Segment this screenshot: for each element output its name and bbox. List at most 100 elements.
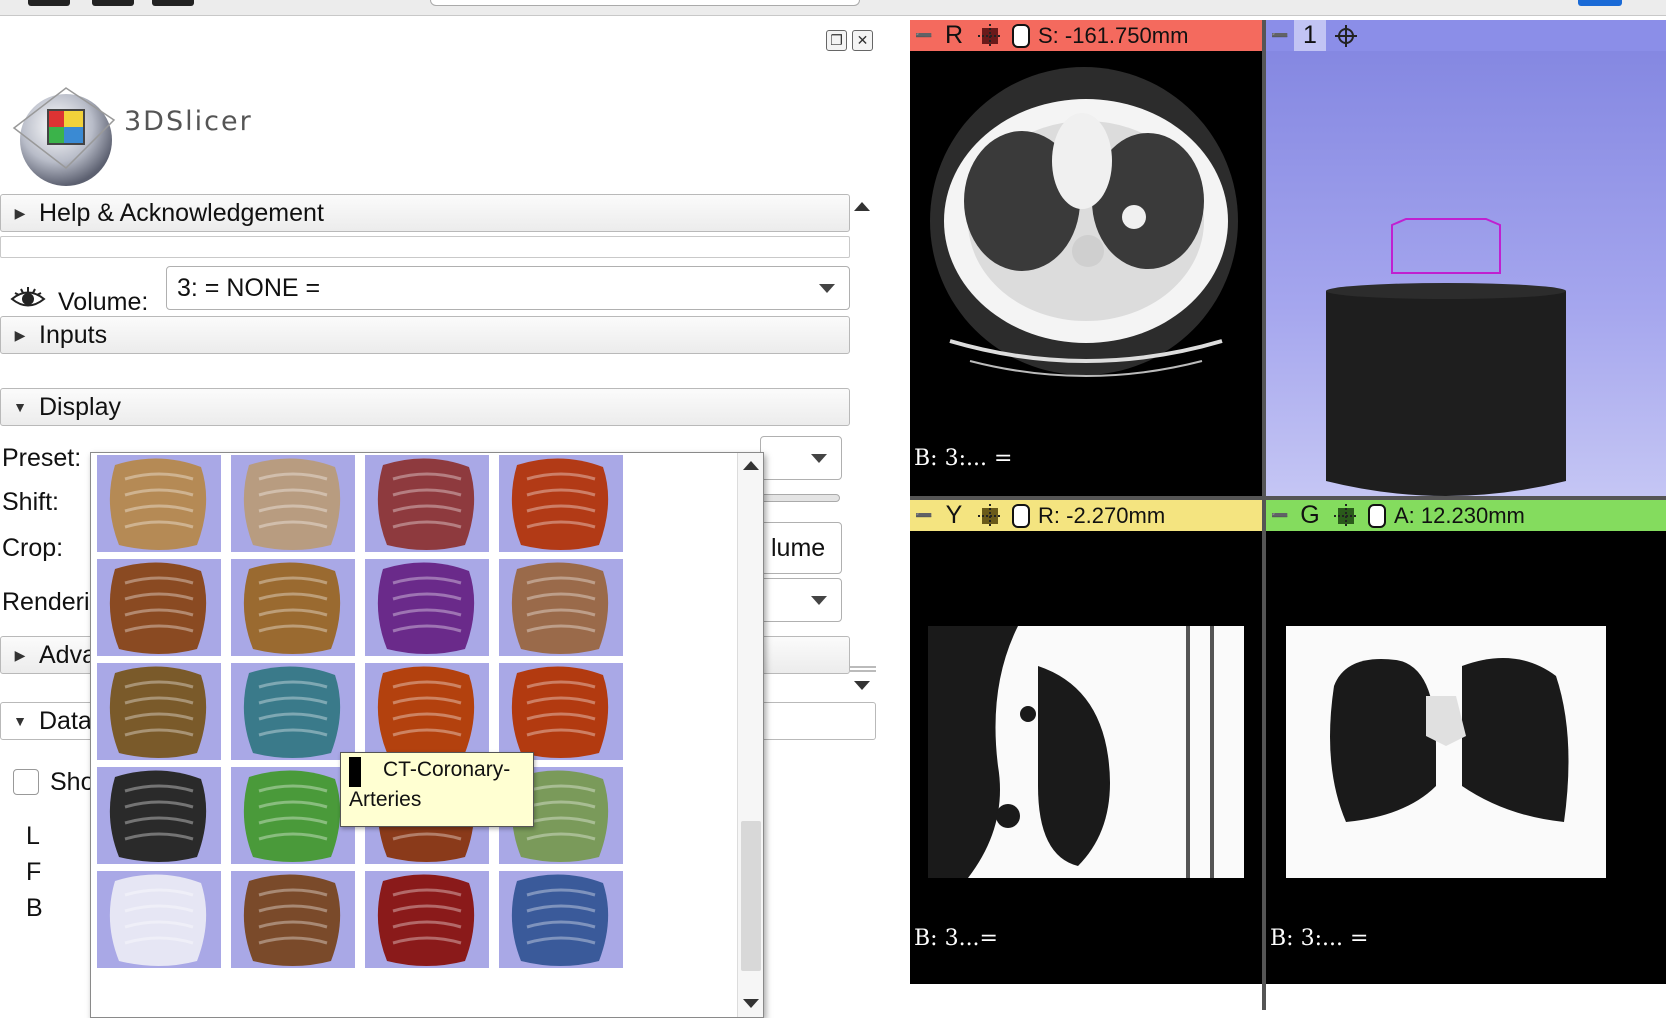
green-view-controller: ➖ G A: 12.230mm [1266, 500, 1666, 531]
main-toolbar [0, 0, 1666, 16]
preset-ct-chest-contrast[interactable] [499, 559, 623, 656]
yellow-slice-view[interactable]: ➖ Y R: -2.270mm B: 3...= [910, 500, 1262, 984]
crop-fit-button[interactable]: lume [760, 522, 842, 574]
slicer-logo-icon [12, 87, 116, 186]
preset-ct-coronary-arteries-2[interactable] [365, 663, 489, 760]
slice-visibility-icon[interactable] [974, 503, 1006, 528]
preset-ct-soft-tissue[interactable] [499, 871, 623, 968]
toolbar-button[interactable] [28, 0, 70, 6]
slice-offset: A: 12.230mm [1394, 502, 1525, 528]
preset-thumbnail-image [243, 874, 341, 966]
panel-scroll-grip[interactable] [850, 666, 876, 672]
preset-ct-aaa[interactable] [97, 455, 221, 552]
section-label: Data [39, 706, 92, 735]
three-d-view[interactable]: ➖ 1 [1266, 20, 1666, 497]
rendering-selector[interactable] [760, 578, 842, 622]
preset-selector[interactable] [760, 436, 842, 480]
preset-thumbnail-image [377, 458, 475, 550]
undock-icon[interactable]: ❐ [826, 30, 847, 51]
volume-label: Volume: [58, 288, 149, 316]
preset-thumbnail-image [109, 458, 207, 550]
tooltip-line2: Arteries [349, 788, 422, 811]
link-icon[interactable] [1012, 23, 1030, 48]
help-section-header[interactable]: ▶ Help & Acknowledgement [0, 194, 850, 232]
preset-thumbnail-image [243, 666, 341, 758]
preset-ct-bone[interactable] [365, 455, 489, 552]
shift-slider[interactable] [760, 494, 840, 502]
expanded-arrow-icon: ▼ [13, 399, 27, 415]
preset-ct-bones[interactable] [499, 455, 623, 552]
scroll-down-icon[interactable] [743, 999, 759, 1008]
inputs-section-header[interactable]: ▶ Inputs [0, 316, 850, 354]
eye-icon[interactable] [10, 284, 46, 314]
axial-ct-image [930, 67, 1238, 377]
section-label: Display [39, 392, 121, 421]
yellow-view-controller: ➖ Y R: -2.270mm [910, 500, 1262, 531]
close-icon[interactable]: ✕ [852, 30, 873, 51]
shift-label: Shift: [2, 488, 59, 516]
section-label: Adva [39, 640, 96, 669]
view-letter: G [1300, 501, 1320, 529]
preset-ct-chest-vessels[interactable] [97, 663, 221, 760]
preset-swatch-icon [349, 757, 361, 787]
preset-ct-fat[interactable] [231, 767, 355, 864]
panel-scroll-down-icon[interactable] [854, 681, 870, 690]
preset-thumbnail-image [377, 562, 475, 654]
preset-ct-coronary-arteries-3[interactable] [499, 663, 623, 760]
sagittal-ct-image [928, 626, 1244, 878]
preset-thumbnail-image [243, 458, 341, 550]
preset-ct-mip[interactable] [97, 871, 221, 968]
three-d-volume-render [1326, 218, 1566, 496]
preset-scrollbar[interactable] [737, 453, 763, 1017]
view-letter: R [944, 21, 964, 49]
toolbar-button[interactable] [92, 0, 134, 6]
link-icon[interactable] [1368, 503, 1386, 528]
module-search-field[interactable] [430, 0, 860, 6]
pin-icon[interactable]: ➖ [910, 27, 938, 44]
coronal-ct-image [1286, 626, 1606, 878]
preset-thumbnail-image [243, 562, 341, 654]
preset-label: Preset: [2, 444, 82, 472]
preset-ct-cardiac[interactable] [97, 559, 221, 656]
preset-ct-pulmonary-arteries[interactable] [365, 871, 489, 968]
preset-ct-coronary-arteries[interactable] [231, 663, 355, 760]
section-label: Help & Acknowledgement [39, 198, 324, 227]
slice-offset: S: -161.750mm [1038, 22, 1189, 48]
preset-ct-cardiac3[interactable] [365, 559, 489, 656]
preset-ct-cardiac2[interactable] [231, 559, 355, 656]
app-logo-text: 3DSlicer [124, 106, 253, 137]
preset-thumbnail-image [511, 874, 609, 966]
red-slice-view[interactable]: ➖ R S: -161.750mm B: 3:... = [910, 20, 1262, 497]
preset-ct-cropped-volume-bone[interactable] [97, 767, 221, 864]
volume-selector[interactable]: 3: = NONE = [166, 266, 850, 310]
crop-label: Crop: [2, 534, 64, 562]
view-letter: Y [945, 501, 963, 529]
expanded-arrow-icon: ▼ [13, 713, 27, 729]
section-label: Inputs [39, 320, 108, 349]
preset-thumbnail-image [109, 666, 207, 758]
preset-ct-aaa2[interactable] [231, 455, 355, 552]
toolbar-button[interactable] [152, 0, 194, 6]
display-section-header[interactable]: ▼ Display [0, 388, 850, 426]
preset-thumbnail-image [109, 874, 207, 966]
pin-icon[interactable]: ➖ [1266, 507, 1294, 524]
scrollbar-thumb[interactable] [741, 821, 761, 971]
link-icon[interactable] [1012, 503, 1030, 528]
view-divider[interactable] [910, 496, 1666, 500]
pin-icon[interactable]: ➖ [1266, 27, 1294, 44]
center-view-icon[interactable] [1330, 24, 1362, 48]
collapsed-arrow-icon: ▶ [14, 204, 26, 221]
preset-thumbnail-image [109, 770, 207, 862]
slice-visibility-icon[interactable] [1330, 503, 1362, 528]
toolbar-button[interactable] [1578, 0, 1622, 6]
pin-icon[interactable]: ➖ [910, 507, 938, 524]
preset-ct-muscle[interactable] [231, 871, 355, 968]
data-letter: B [26, 894, 43, 922]
show-checkbox[interactable] [13, 769, 39, 795]
green-slice-view[interactable]: ➖ G A: 12.230mm B: 3:... = [1266, 500, 1666, 984]
panel-scroll-up-icon[interactable] [854, 202, 870, 211]
view-letter: 1 [1294, 20, 1326, 51]
slice-visibility-icon[interactable] [974, 23, 1006, 48]
scroll-up-icon[interactable] [743, 461, 759, 470]
preset-thumbnail-image [243, 770, 341, 862]
